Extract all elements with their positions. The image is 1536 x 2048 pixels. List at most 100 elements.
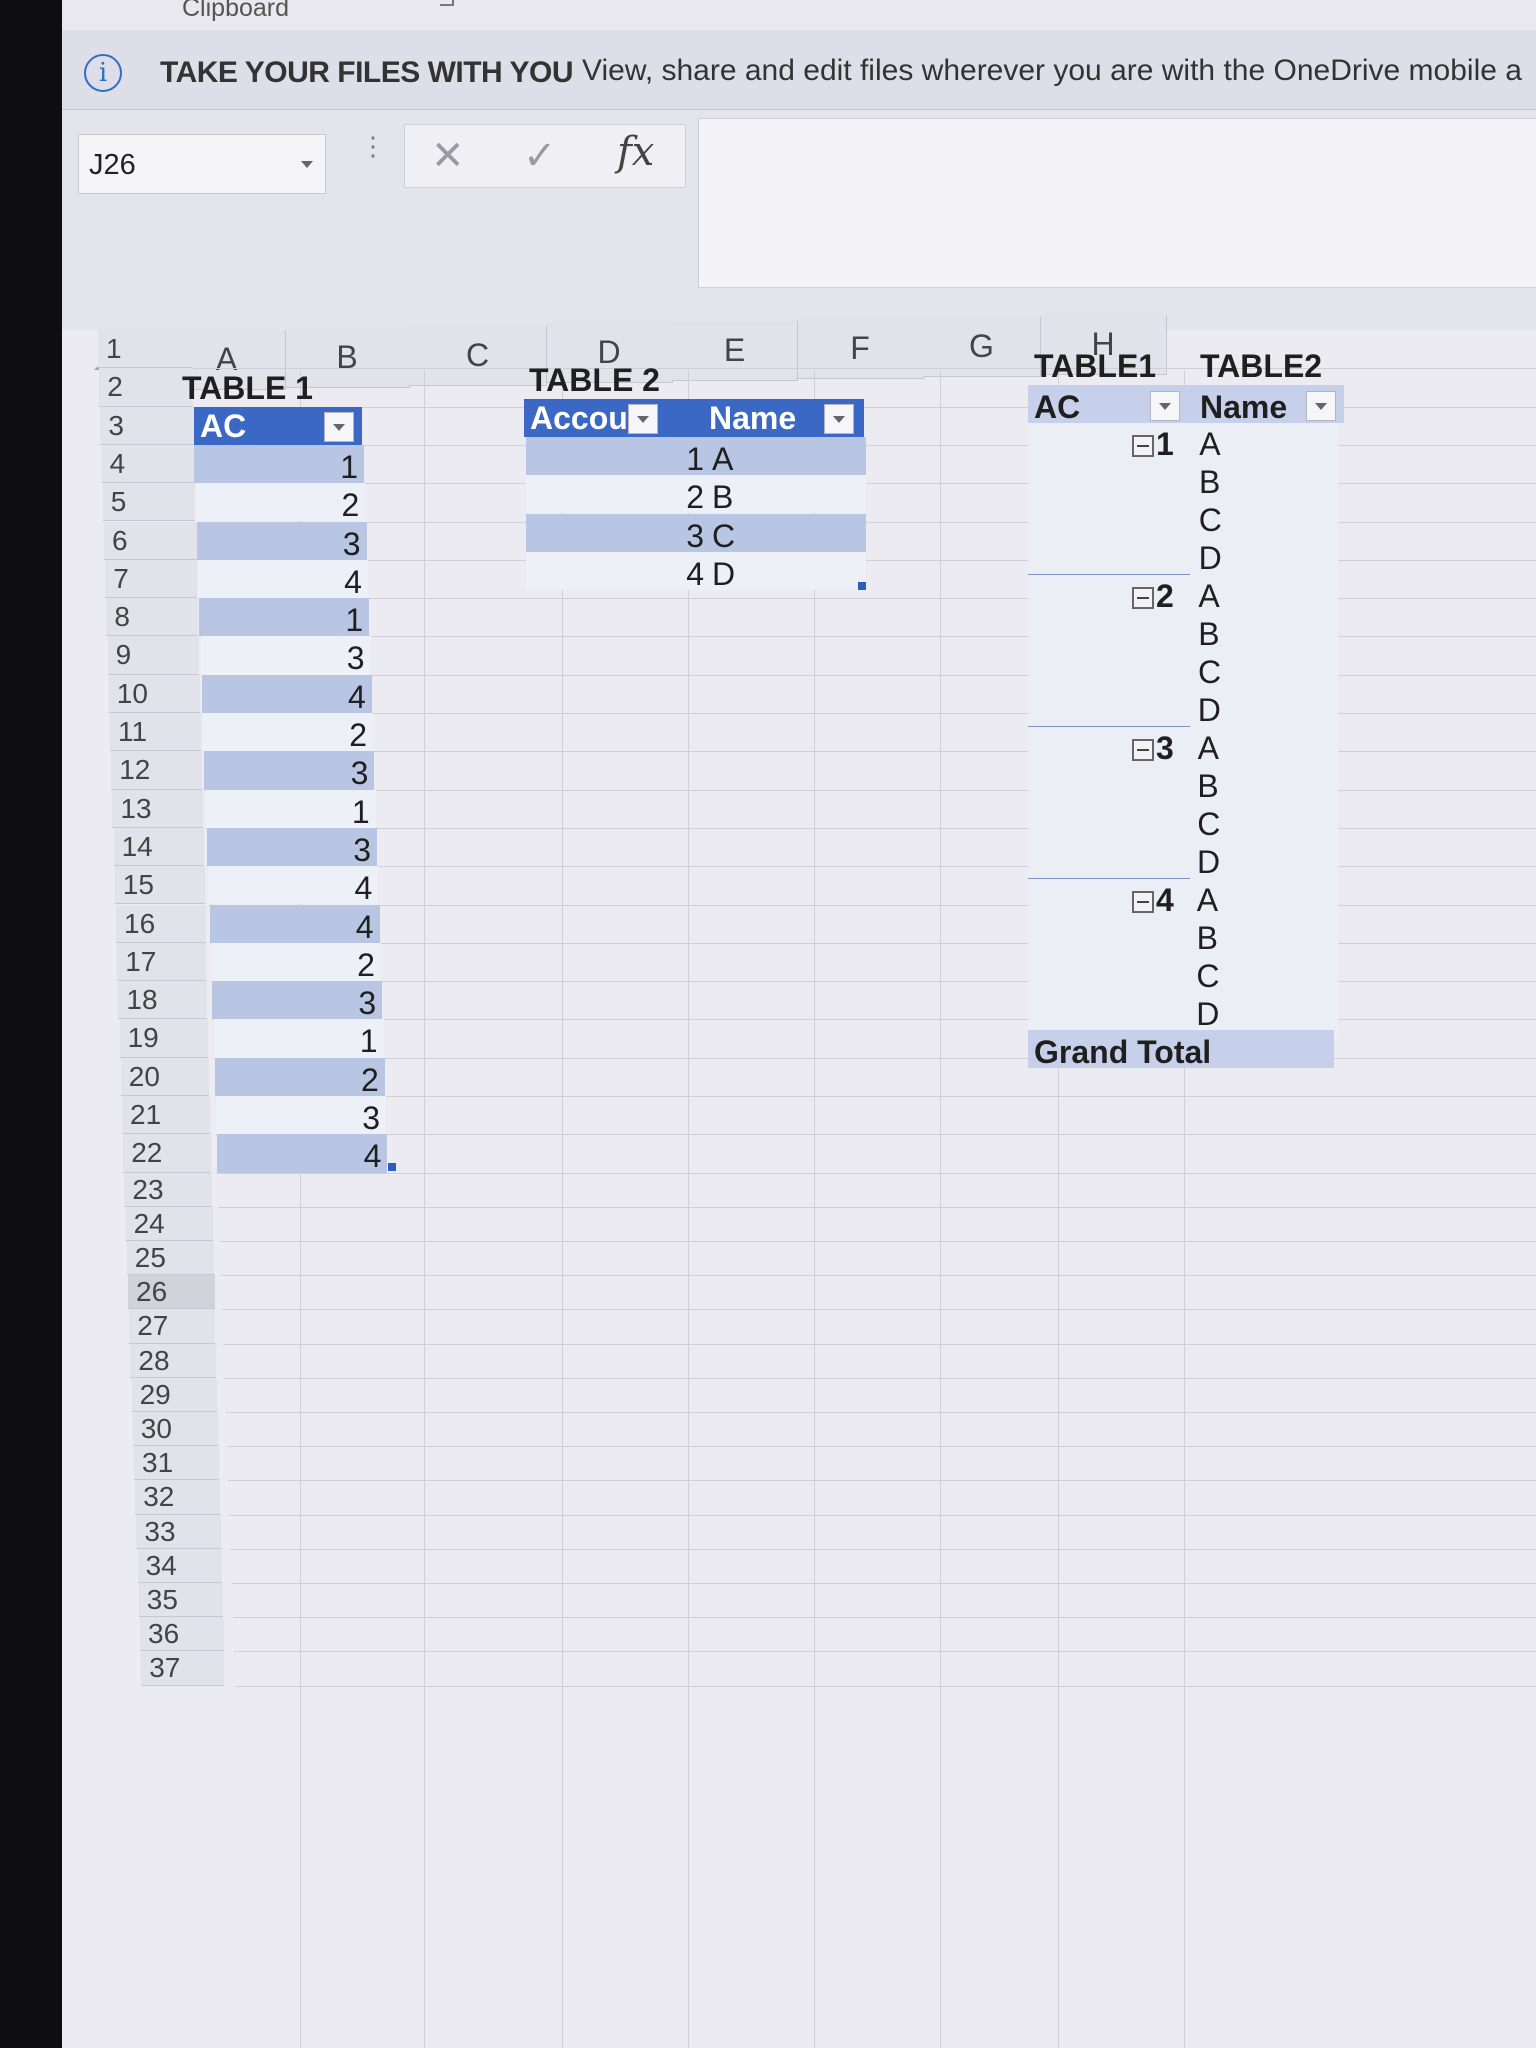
- table1-cell-value[interactable]: 4: [198, 564, 362, 601]
- row-header-26[interactable]: 26: [128, 1275, 215, 1310]
- pivot-name-cell[interactable]: A: [1198, 578, 1219, 615]
- table1-cell-value[interactable]: 2: [195, 487, 360, 524]
- row-header-19[interactable]: 19: [119, 1019, 209, 1058]
- row-header-24[interactable]: 24: [125, 1206, 213, 1241]
- collapse-minus-icon[interactable]: [1132, 434, 1154, 457]
- row-header-12[interactable]: 12: [111, 751, 202, 790]
- pivot-name-cell[interactable]: B: [1198, 616, 1219, 653]
- row-header-10[interactable]: 10: [108, 674, 201, 713]
- pivot-header-ac[interactable]: AC: [1034, 389, 1080, 426]
- pivot-name-cell[interactable]: A: [1198, 730, 1219, 767]
- table1-cell-value[interactable]: 3: [207, 832, 371, 869]
- row-header-8[interactable]: 8: [106, 598, 199, 637]
- table2-name-filter-dropdown-icon[interactable]: [824, 403, 854, 434]
- table1-cell-value[interactable]: 2: [215, 1062, 379, 1099]
- worksheet-grid[interactable]: A B C D E F G H 1 2 3 4 5 6 7 8 9 10 11 12 13 14 15 16 17 18 19 20 2…: [62, 0, 1536, 2048]
- row-header-5[interactable]: 5: [102, 483, 196, 522]
- table2-cell-account[interactable]: 3: [526, 518, 704, 555]
- table1-cell-value[interactable]: 1: [206, 794, 370, 831]
- table1-cell-value[interactable]: 3: [204, 755, 369, 792]
- pivot-ac-filter-dropdown-icon[interactable]: [1150, 390, 1180, 421]
- table2-cell-name[interactable]: B: [712, 479, 733, 516]
- pivot-group-key[interactable]: 2: [1132, 578, 1174, 615]
- pivot-name-cell[interactable]: C: [1197, 806, 1220, 843]
- row-header-6[interactable]: 6: [104, 521, 197, 560]
- row-header-32[interactable]: 32: [135, 1480, 220, 1515]
- row-header-3[interactable]: 3: [100, 406, 194, 445]
- table2-cell-account[interactable]: 2: [526, 479, 704, 516]
- pivot-name-cell[interactable]: B: [1197, 920, 1218, 957]
- row-header-16[interactable]: 16: [116, 904, 206, 943]
- table2-cell-name[interactable]: A: [712, 441, 733, 478]
- table1-cell-value[interactable]: 4: [217, 1138, 382, 1175]
- table2-cell-name[interactable]: D: [712, 556, 735, 593]
- table2-cell-account[interactable]: 4: [526, 556, 704, 593]
- table1-cell-value[interactable]: 1: [199, 602, 363, 639]
- table2-cell-name[interactable]: C: [712, 518, 735, 555]
- column-header-c[interactable]: C: [409, 325, 547, 386]
- table1-cell-value[interactable]: 4: [202, 679, 366, 716]
- row-header-11[interactable]: 11: [110, 713, 201, 752]
- table2-cell-account[interactable]: 1: [526, 441, 704, 478]
- row-header-37[interactable]: 37: [141, 1651, 225, 1686]
- table1-cell-value[interactable]: 1: [214, 1023, 378, 1060]
- row-header-28[interactable]: 28: [130, 1343, 217, 1378]
- row-header-1[interactable]: 1: [98, 330, 192, 369]
- row-header-13[interactable]: 13: [112, 789, 203, 828]
- row-header-20[interactable]: 20: [120, 1057, 210, 1096]
- pivot-name-cell[interactable]: A: [1197, 882, 1218, 919]
- table1-cell-value[interactable]: 3: [216, 1100, 380, 1137]
- row-header-2[interactable]: 2: [99, 368, 193, 407]
- row-header-25[interactable]: 25: [126, 1241, 214, 1276]
- pivot-name-cell[interactable]: B: [1197, 768, 1218, 805]
- table1-cell-value[interactable]: 3: [197, 526, 361, 563]
- pivot-name-cell[interactable]: D: [1196, 996, 1219, 1033]
- collapse-minus-icon[interactable]: [1132, 586, 1154, 609]
- row-header-18[interactable]: 18: [118, 981, 208, 1020]
- table1-cell-value[interactable]: 3: [201, 640, 365, 677]
- table1-cell-value[interactable]: 2: [211, 947, 375, 984]
- row-header-17[interactable]: 17: [117, 942, 207, 982]
- row-header-9[interactable]: 9: [107, 636, 200, 675]
- row-header-30[interactable]: 30: [132, 1412, 219, 1447]
- row-header-34[interactable]: 34: [137, 1548, 222, 1583]
- pivot-name-cell[interactable]: C: [1199, 502, 1222, 539]
- table1-cell-value[interactable]: 4: [208, 870, 373, 907]
- pivot-name-cell[interactable]: D: [1198, 692, 1221, 729]
- pivot-name-cell[interactable]: C: [1196, 958, 1219, 995]
- row-header-14[interactable]: 14: [113, 827, 204, 867]
- table1-cell-value[interactable]: 3: [212, 985, 376, 1022]
- table1-cell-value[interactable]: 4: [210, 909, 374, 946]
- row-header-4[interactable]: 4: [101, 444, 195, 484]
- row-header-23[interactable]: 23: [124, 1172, 212, 1207]
- pivot-group-key[interactable]: 3: [1132, 730, 1174, 767]
- collapse-minus-icon[interactable]: [1132, 738, 1154, 761]
- row-header-27[interactable]: 27: [129, 1309, 216, 1344]
- pivot-group-key[interactable]: 1: [1132, 426, 1174, 463]
- pivot-group-key[interactable]: 4: [1132, 882, 1174, 919]
- row-header-33[interactable]: 33: [136, 1514, 221, 1549]
- collapse-minus-icon[interactable]: [1132, 890, 1154, 913]
- row-header-36[interactable]: 36: [140, 1617, 224, 1652]
- row-header-35[interactable]: 35: [138, 1583, 223, 1618]
- table1-filter-dropdown-icon[interactable]: [324, 411, 354, 442]
- pivot-name-cell[interactable]: B: [1199, 464, 1220, 501]
- pivot-name-cell[interactable]: C: [1198, 654, 1221, 691]
- table1-cell-value[interactable]: 2: [203, 717, 367, 754]
- row-header-15[interactable]: 15: [114, 866, 205, 905]
- row-header-31[interactable]: 31: [134, 1446, 219, 1481]
- pivot-name-cell[interactable]: A: [1199, 426, 1220, 463]
- table2-resize-handle[interactable]: [858, 582, 866, 591]
- column-header-e[interactable]: E: [672, 321, 798, 382]
- column-header-f[interactable]: F: [797, 319, 924, 379]
- pivot-name-filter-dropdown-icon[interactable]: [1306, 390, 1336, 421]
- row-header-7[interactable]: 7: [105, 559, 198, 599]
- row-header-29[interactable]: 29: [131, 1377, 218, 1412]
- row-header-22[interactable]: 22: [123, 1134, 211, 1173]
- row-header-21[interactable]: 21: [122, 1096, 210, 1135]
- pivot-header-name[interactable]: Name: [1200, 389, 1287, 426]
- pivot-name-cell[interactable]: D: [1199, 540, 1222, 577]
- pivot-name-cell[interactable]: D: [1197, 844, 1220, 881]
- table1-resize-handle[interactable]: [388, 1162, 396, 1171]
- table1-cell-value[interactable]: 1: [194, 449, 358, 486]
